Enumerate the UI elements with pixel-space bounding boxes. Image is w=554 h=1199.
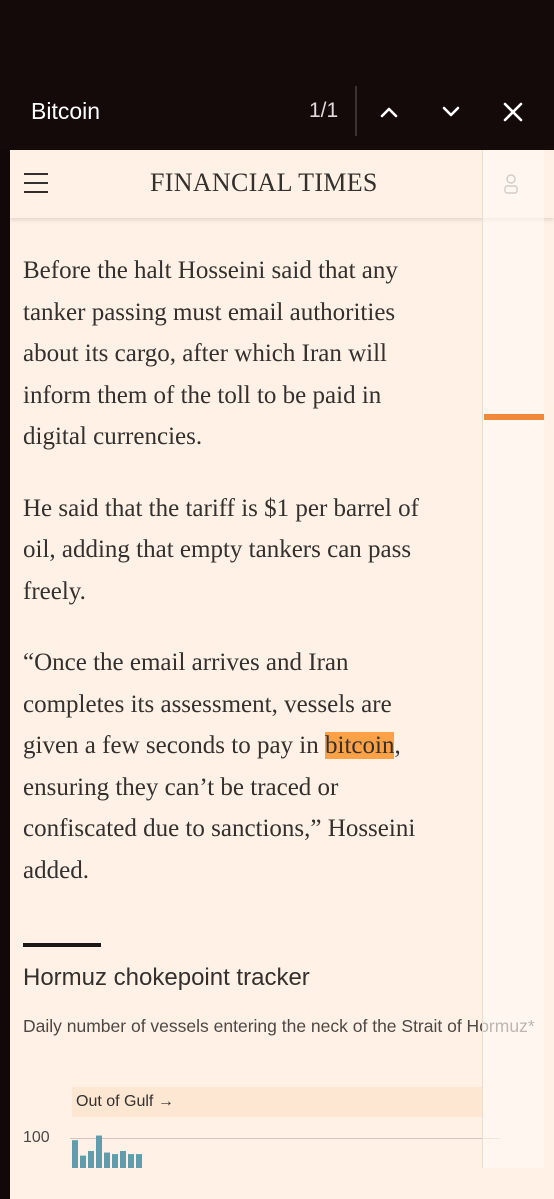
tracker-title: Hormuz chokepoint tracker <box>23 964 310 991</box>
article-line: confiscated due to sanctions,” Hosseini <box>23 815 416 842</box>
chart-bar <box>112 1154 118 1168</box>
article-line: tanker passing must email authorities <box>23 298 396 326</box>
article-line-with-match: given a few seconds to pay in bitcoin, <box>23 725 543 767</box>
text-before-match: given a few seconds to pay in <box>23 732 326 759</box>
y-tick-label: 100 <box>23 1129 50 1146</box>
chart-bar <box>120 1151 126 1168</box>
text-after-match: , <box>394 732 401 759</box>
chart-bar <box>80 1155 86 1168</box>
tracker-subtitle: Daily number of vessels entering the nec… <box>23 1016 535 1036</box>
section-divider <box>23 943 101 947</box>
article-line: “Once the email arrives and Iran <box>23 649 349 676</box>
article-line: Before the halt Hosseini said that any <box>23 257 398 284</box>
article-line: He said that the tariff is $1 per barrel… <box>23 494 419 522</box>
site-header: FINANCIAL TIMES <box>10 150 554 218</box>
article-line: digital currencies. <box>23 423 203 450</box>
article-line: added. <box>23 856 89 884</box>
article-body: Before the halt Hosseini said that any t… <box>23 250 543 921</box>
chart-bar <box>88 1151 94 1168</box>
chart-bar <box>128 1154 134 1168</box>
find-results-scroll-rail[interactable] <box>482 150 544 1168</box>
chart-bar <box>96 1135 102 1168</box>
find-result-marker[interactable] <box>484 414 544 420</box>
article-line: completes its assessment, vessels are <box>23 690 392 718</box>
find-next-button[interactable] <box>431 92 471 132</box>
web-page: FINANCIAL TIMES Before the halt Hosseini… <box>10 150 554 1199</box>
article-paragraph: “Once the email arrives and Iran complet… <box>23 642 543 891</box>
find-in-page-bar: Bitcoin 1/1 <box>0 0 554 150</box>
close-icon <box>503 102 523 122</box>
chevron-up-icon <box>380 107 398 118</box>
find-bar-divider <box>355 86 357 136</box>
article-line: ensuring they can’t be traced or <box>23 773 339 801</box>
article-line: freely. <box>23 577 86 605</box>
find-match-count: 1/1 <box>309 99 339 122</box>
series-label: Out of Gulf → <box>72 1087 482 1117</box>
chart-bar <box>136 1154 142 1168</box>
search-match-highlight: bitcoin <box>325 732 395 759</box>
site-logo[interactable]: FINANCIAL TIMES <box>150 168 378 198</box>
find-close-button[interactable] <box>493 92 533 132</box>
chart-bar <box>72 1140 78 1168</box>
article-line: inform them of the toll to be paid in <box>23 381 382 409</box>
find-query-text[interactable]: Bitcoin <box>31 96 100 126</box>
chevron-down-icon <box>442 106 460 117</box>
chart-bar <box>104 1152 110 1168</box>
article-paragraph: Before the halt Hosseini said that any t… <box>23 250 543 458</box>
find-previous-button[interactable] <box>369 92 409 132</box>
article-line: about its cargo, after which Iran will <box>23 340 388 367</box>
article-line: oil, adding that empty tankers can pass <box>23 536 412 563</box>
hamburger-menu-icon[interactable] <box>24 173 48 195</box>
vessel-bar-chart <box>72 1135 142 1168</box>
article-paragraph: He said that the tariff is $1 per barrel… <box>23 488 543 613</box>
